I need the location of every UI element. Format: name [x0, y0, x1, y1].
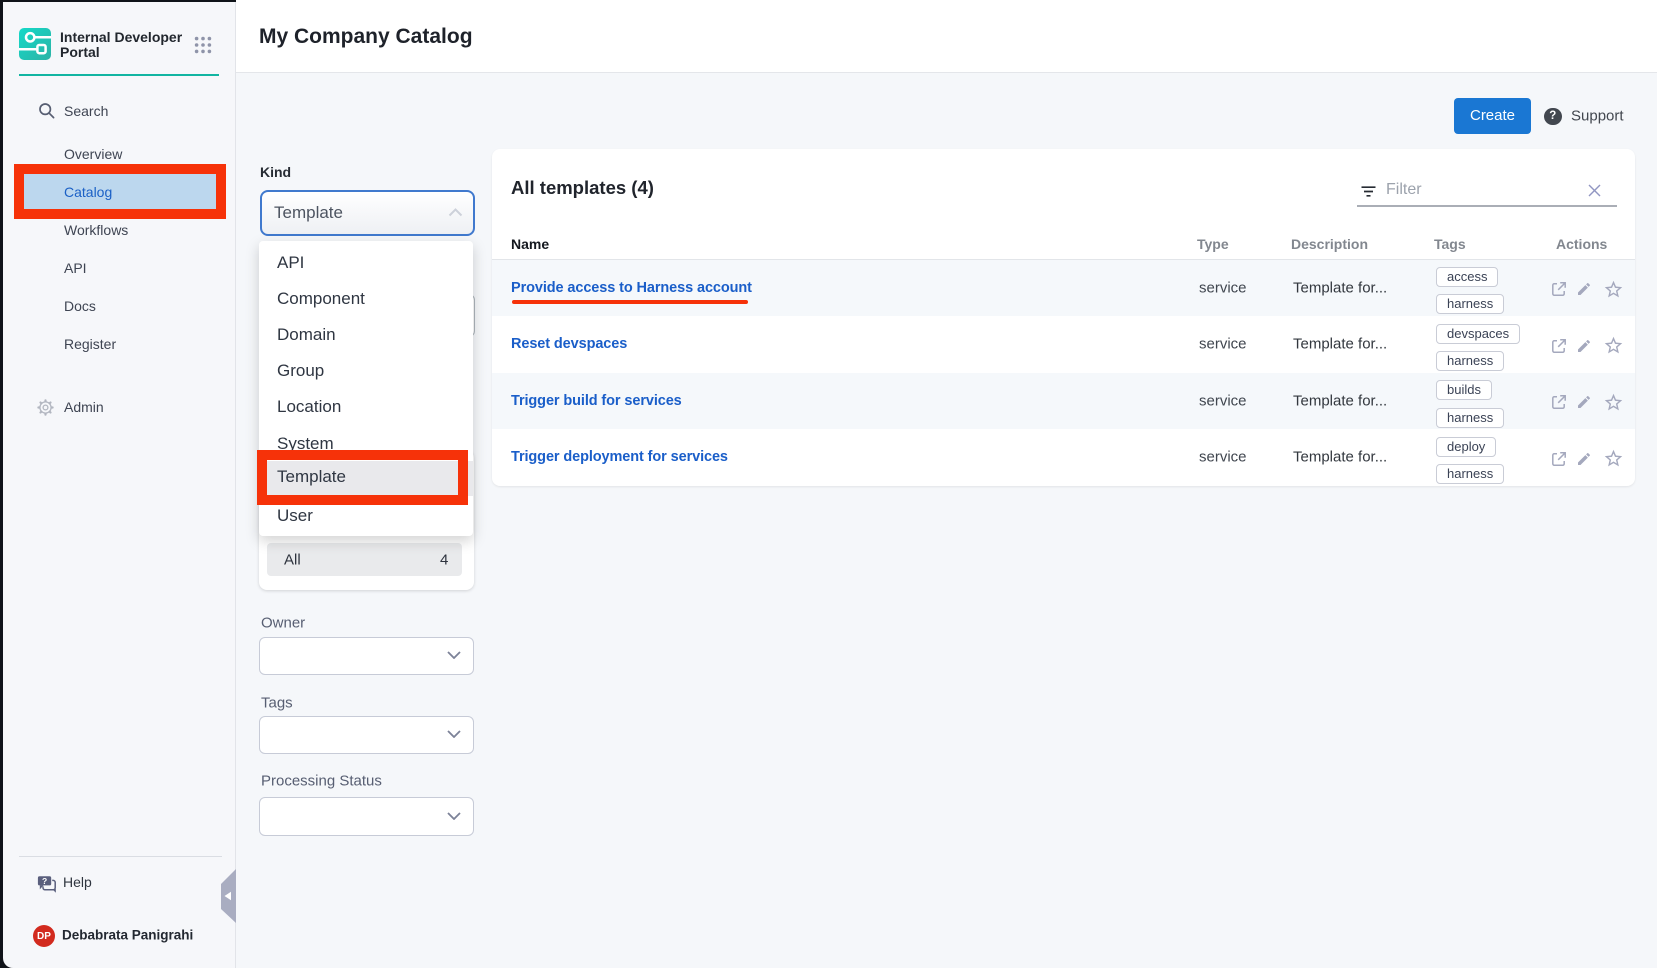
svg-text:?: ? — [41, 876, 46, 886]
